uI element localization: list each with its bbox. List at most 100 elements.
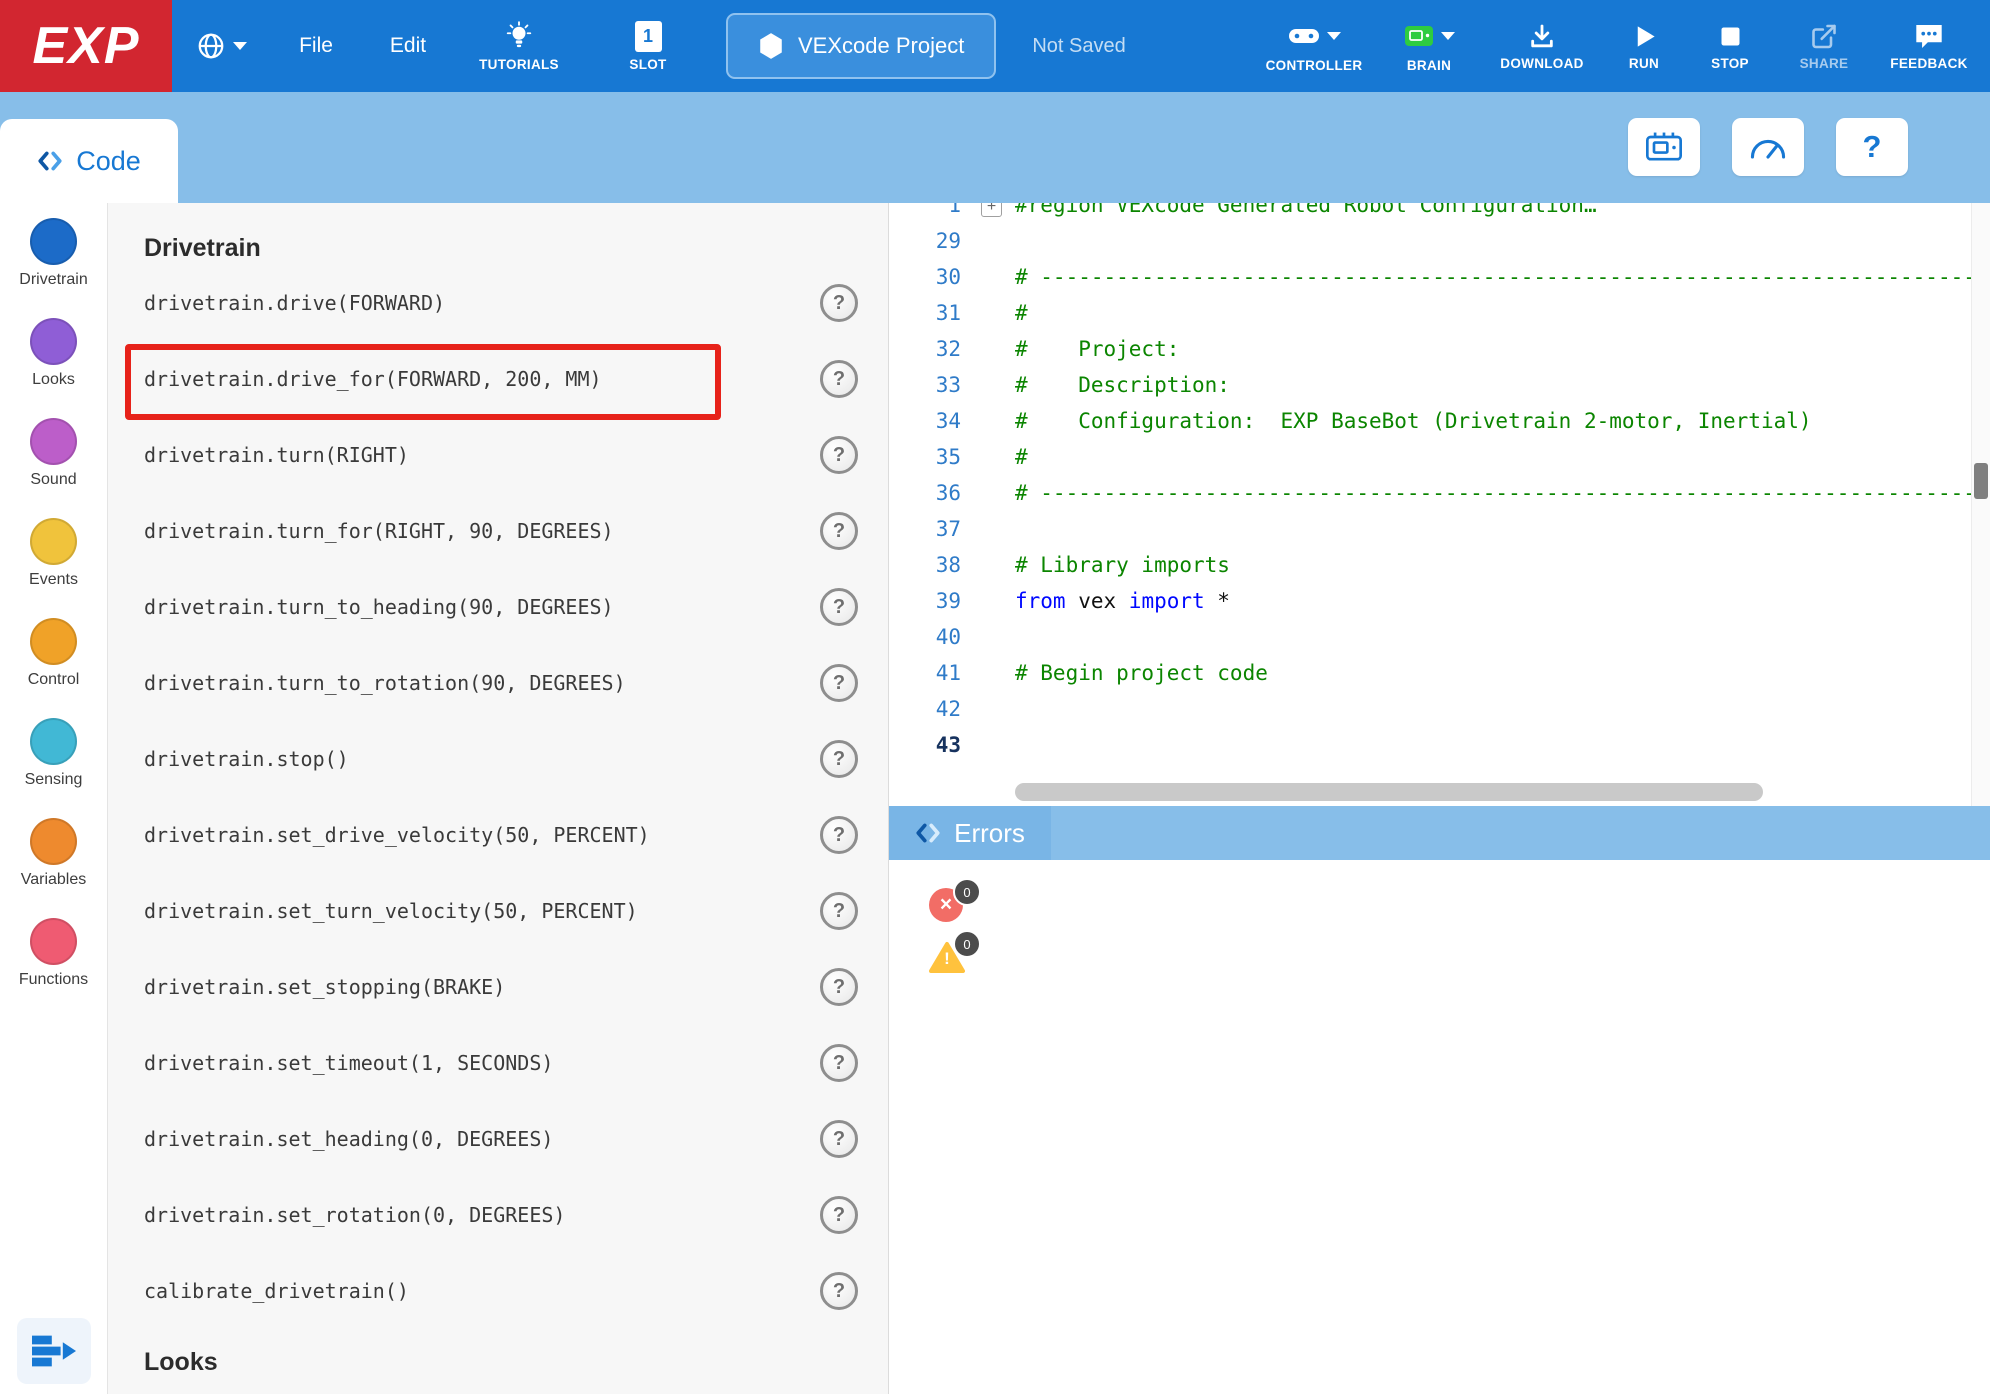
command-row[interactable]: drivetrain.set_drive_velocity(50, PERCEN… xyxy=(108,797,888,873)
errors-panel: Errors × 0 ! 0 xyxy=(889,806,1990,1394)
share-label: SHARE xyxy=(1800,56,1849,71)
controller-button[interactable]: CONTROLLER xyxy=(1250,0,1378,92)
monitor-console-button[interactable] xyxy=(1732,118,1804,176)
command-help-button[interactable]: ? xyxy=(820,892,858,930)
sub-toolbar: Code ? xyxy=(0,92,1990,203)
sidebar-category-events[interactable]: Events xyxy=(0,503,107,603)
run-button[interactable]: RUN xyxy=(1604,0,1684,92)
command-help-button[interactable]: ? xyxy=(820,816,858,854)
gauge-icon xyxy=(1748,132,1788,162)
command-help-button[interactable]: ? xyxy=(820,512,858,550)
feedback-button[interactable]: FEEDBACK xyxy=(1872,0,1986,92)
editor-line[interactable]: 40 xyxy=(889,621,1990,657)
command-help-button[interactable]: ? xyxy=(820,588,858,626)
tab-errors[interactable]: Errors xyxy=(889,806,1051,860)
command-help-button[interactable]: ? xyxy=(820,1272,858,1310)
warning-count-indicator[interactable]: ! 0 xyxy=(929,940,967,976)
device-brain-icon xyxy=(1644,130,1684,164)
vertical-scrollbar-thumb[interactable] xyxy=(1974,463,1988,499)
sidebar-category-variables[interactable]: Variables xyxy=(0,803,107,903)
brain-label: BRAIN xyxy=(1407,58,1451,73)
command-row[interactable]: drivetrain.set_stopping(BRAKE)? xyxy=(108,949,888,1025)
command-help-button[interactable]: ? xyxy=(820,1120,858,1158)
download-button[interactable]: DOWNLOAD xyxy=(1480,0,1604,92)
editor-line[interactable]: 1+#region VEXcode Generated Robot Config… xyxy=(889,203,1990,225)
editor-line[interactable]: 42 xyxy=(889,693,1990,729)
editor-line[interactable]: 33# Description: xyxy=(889,369,1990,405)
command-text: drivetrain.turn(RIGHT) xyxy=(144,443,409,467)
code-editor[interactable]: 1+#region VEXcode Generated Robot Config… xyxy=(889,203,1990,806)
command-text: drivetrain.set_timeout(1, SECONDS) xyxy=(144,1051,553,1075)
editor-line[interactable]: 43 xyxy=(889,729,1990,765)
command-list: drivetrain.drive(FORWARD)?drivetrain.dri… xyxy=(108,265,888,1329)
command-row[interactable]: drivetrain.set_timeout(1, SECONDS)? xyxy=(108,1025,888,1101)
line-number: 40 xyxy=(889,625,961,649)
editor-line[interactable]: 39from vex import * xyxy=(889,585,1990,621)
tutorials-button[interactable]: TUTORIALS xyxy=(454,0,584,92)
sidebar-category-looks[interactable]: Looks xyxy=(0,303,107,403)
tab-code[interactable]: Code xyxy=(0,119,178,203)
command-row[interactable]: drivetrain.turn_for(RIGHT, 90, DEGREES)? xyxy=(108,493,888,569)
command-help-button[interactable]: ? xyxy=(820,360,858,398)
language-menu[interactable] xyxy=(172,0,270,92)
command-help-button[interactable]: ? xyxy=(820,740,858,778)
brain-button[interactable]: BRAIN xyxy=(1378,0,1480,92)
editor-line[interactable]: 34# Configuration: EXP BaseBot (Drivetra… xyxy=(889,405,1990,441)
code-token-comment: # Configuration: EXP BaseBot (Drivetrain… xyxy=(1015,409,1812,433)
editor-line[interactable]: 41# Begin project code xyxy=(889,657,1990,693)
slot-button[interactable]: 1 SLOT xyxy=(598,0,698,92)
command-row[interactable]: drivetrain.set_turn_velocity(50, PERCENT… xyxy=(108,873,888,949)
play-icon xyxy=(1631,22,1658,51)
vertical-scrollbar-track[interactable] xyxy=(1971,203,1990,806)
command-row[interactable]: drivetrain.turn_to_rotation(90, DEGREES)… xyxy=(108,645,888,721)
sidebar-category-control[interactable]: Control xyxy=(0,603,107,703)
command-help-button[interactable]: ? xyxy=(820,1196,858,1234)
editor-line[interactable]: 30# ------------------------------------… xyxy=(889,261,1990,297)
stop-button[interactable]: STOP xyxy=(1684,0,1776,92)
toggle-blocks-python-button[interactable] xyxy=(17,1318,91,1384)
editor-line[interactable]: 38# Library imports xyxy=(889,549,1990,585)
command-help-button[interactable]: ? xyxy=(820,968,858,1006)
sidebar-category-drivetrain[interactable]: Drivetrain xyxy=(0,203,107,303)
editor-line[interactable]: 29 xyxy=(889,225,1990,261)
sidebar-category-functions[interactable]: Functions xyxy=(0,903,107,1003)
command-help-button[interactable]: ? xyxy=(820,664,858,702)
command-row[interactable]: drivetrain.set_rotation(0, DEGREES)? xyxy=(108,1177,888,1253)
help-button[interactable]: ? xyxy=(1836,118,1908,176)
code-text: # Description: xyxy=(1015,373,1230,397)
command-row[interactable]: calibrate_drivetrain()? xyxy=(108,1253,888,1329)
editor-line[interactable]: 36# ------------------------------------… xyxy=(889,477,1990,513)
command-row[interactable]: drivetrain.turn(RIGHT)? xyxy=(108,417,888,493)
code-text: #region VEXcode Generated Robot Configur… xyxy=(1015,203,1597,217)
command-row[interactable]: drivetrain.drive_for(FORWARD, 200, MM)? xyxy=(108,341,888,417)
editor-line[interactable]: 37 xyxy=(889,513,1990,549)
exp-logo: EXP xyxy=(0,0,172,92)
project-name-button[interactable]: VEXcode Project xyxy=(726,13,996,79)
horizontal-scrollbar[interactable] xyxy=(1015,783,1763,801)
slot-icon: 1 xyxy=(635,21,662,52)
share-button[interactable]: SHARE xyxy=(1776,0,1872,92)
editor-line[interactable]: 31# xyxy=(889,297,1990,333)
sidebar-category-sensing[interactable]: Sensing xyxy=(0,703,107,803)
error-count-indicator[interactable]: × 0 xyxy=(929,888,967,924)
code-token-comment: # xyxy=(1015,301,1028,325)
command-help-button[interactable]: ? xyxy=(820,284,858,322)
robot-config-button[interactable] xyxy=(1628,118,1700,176)
subbar-button-group: ? xyxy=(1628,118,1908,176)
category-label: Events xyxy=(29,571,78,589)
line-number: 39 xyxy=(889,589,961,613)
fold-toggle[interactable]: + xyxy=(981,203,1002,217)
command-help-button[interactable]: ? xyxy=(820,436,858,474)
command-row[interactable]: drivetrain.drive(FORWARD)? xyxy=(108,265,888,341)
command-row[interactable]: drivetrain.stop()? xyxy=(108,721,888,797)
command-help-button[interactable]: ? xyxy=(820,1044,858,1082)
editor-line[interactable]: 35# xyxy=(889,441,1990,477)
command-row[interactable]: drivetrain.turn_to_heading(90, DEGREES)? xyxy=(108,569,888,645)
command-text: drivetrain.set_turn_velocity(50, PERCENT… xyxy=(144,899,638,923)
hexagon-icon xyxy=(758,32,784,60)
edit-menu[interactable]: Edit xyxy=(362,0,454,92)
editor-line[interactable]: 32# Project: xyxy=(889,333,1990,369)
command-row[interactable]: drivetrain.set_heading(0, DEGREES)? xyxy=(108,1101,888,1177)
file-menu[interactable]: File xyxy=(270,0,362,92)
sidebar-category-sound[interactable]: Sound xyxy=(0,403,107,503)
